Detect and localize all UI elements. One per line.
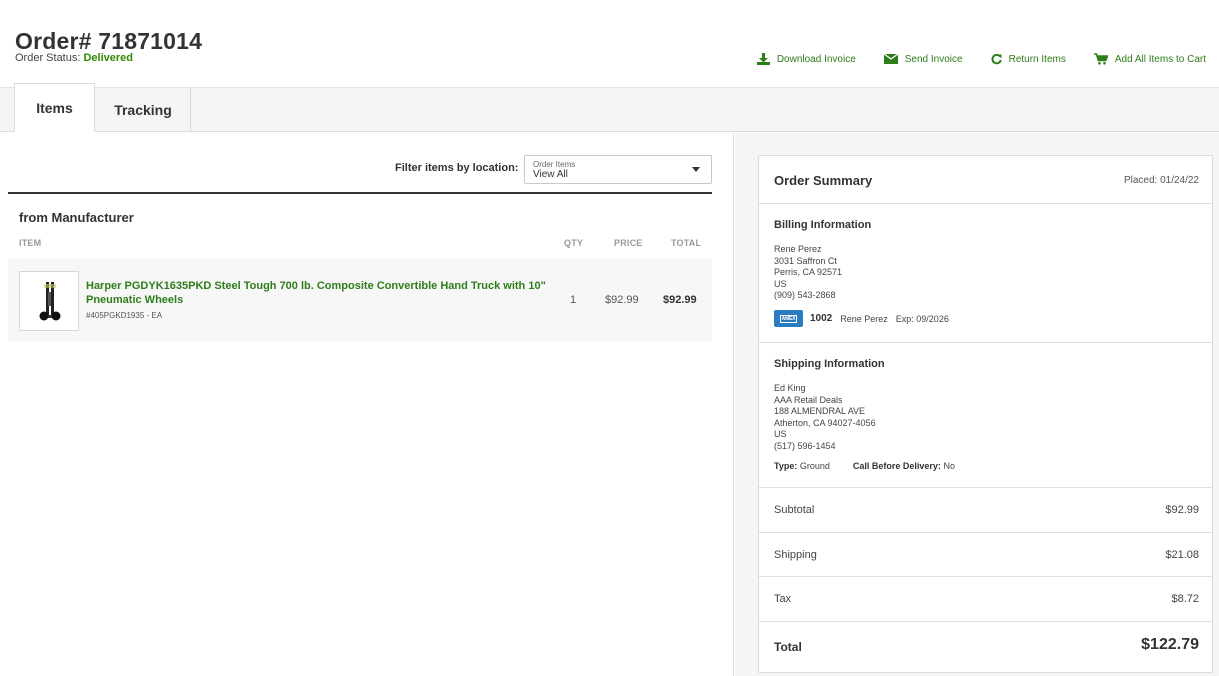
tax-row: Tax $8.72 <box>759 577 1212 622</box>
card-last4: 1002 <box>810 313 833 324</box>
billing-line: US <box>774 278 787 289</box>
grand-total-label: Total <box>774 640 802 654</box>
order-status-value: Delivered <box>83 52 134 64</box>
tab-items[interactable]: Items <box>14 83 95 132</box>
payment-card: AMEX 1002 Rene Perez Exp: 09/2026 <box>774 310 949 327</box>
chevron-down-icon <box>692 167 700 172</box>
column-header-total: TOTAL <box>671 238 702 248</box>
column-header-price: PRICE <box>614 238 643 248</box>
grand-total-value: $122.79 <box>1141 636 1199 653</box>
add-all-to-cart-label: Add All Items to Cart <box>1114 53 1206 65</box>
subtotal-label: Subtotal <box>774 504 815 516</box>
subtotal-row: Subtotal $92.99 <box>759 488 1212 533</box>
send-invoice-button[interactable]: Send Invoice <box>883 53 963 65</box>
subtotal-value: $92.99 <box>1165 504 1199 516</box>
tab-tracking-label: Tracking <box>114 101 172 118</box>
tax-value: $8.72 <box>1171 593 1199 605</box>
billing-line: Perris, CA 92571 <box>774 267 843 278</box>
filter-value: View All <box>533 169 568 180</box>
shipping-line: (517) 596-1454 <box>774 440 836 451</box>
summary-header: Order Summary Placed: 01/24/22 <box>759 156 1212 204</box>
placed-date: Placed: 01/24/22 <box>1123 175 1199 186</box>
group-title: from Manufacturer <box>19 210 134 225</box>
product-image[interactable] <box>19 271 79 331</box>
shipping-line: Ed King <box>774 383 806 393</box>
send-invoice-label: Send Invoice <box>904 53 963 65</box>
refresh-icon <box>991 53 1002 64</box>
product-sku: #405PGKD1935 - EA <box>86 311 163 320</box>
call-before-delivery-label: Call Before Delivery: <box>852 461 941 471</box>
envelope-icon <box>883 54 898 64</box>
order-title: Order# 71871014 <box>15 28 203 54</box>
billing-line: 3031 Saffron Ct <box>774 255 837 266</box>
return-items-label: Return Items <box>1008 53 1066 65</box>
items-panel: Filter items by location: Order Items Vi… <box>0 133 734 676</box>
header-actions: Download Invoice Send Invoice Return Ite… <box>729 53 1206 65</box>
hand-truck-image <box>39 282 61 321</box>
grand-total-row: Total $122.79 <box>759 622 1212 672</box>
billing-line: Rene Perez <box>774 244 822 254</box>
shipping-cost-label: Shipping <box>774 549 817 561</box>
download-invoice-label: Download Invoice <box>776 53 856 65</box>
order-status-label: Order Status: <box>15 52 81 64</box>
card-brand: AMEX <box>779 314 798 323</box>
column-header-item: ITEM <box>19 238 42 248</box>
tax-label: Tax <box>774 593 792 605</box>
column-header-qty: QTY <box>564 238 584 248</box>
summary-panel: Order Summary Placed: 01/24/22 Billing I… <box>735 133 1219 676</box>
shipping-line: US <box>774 429 787 440</box>
shipping-line: 188 ALMENDRAL AVE <box>774 406 866 417</box>
add-all-to-cart-button[interactable]: Add All Items to Cart <box>1093 53 1206 65</box>
shipping-line: AAA Retail Deals <box>774 394 843 405</box>
amex-card-icon: AMEX <box>774 310 803 327</box>
shipping-section: Shipping Information Ed King AAA Retail … <box>759 343 1212 488</box>
table-row: Harper PGDYK1635PKD Steel Tough 700 lb. … <box>8 259 712 342</box>
filter-caption: Order Items <box>533 160 576 169</box>
item-total: $92.99 <box>663 294 697 306</box>
shipping-address: Ed King AAA Retail Deals 188 ALMENDRAL A… <box>774 383 876 453</box>
summary-title: Order Summary <box>774 173 873 188</box>
item-qty: 1 <box>570 294 577 306</box>
tab-tracking[interactable]: Tracking <box>96 88 191 131</box>
product-name-link[interactable]: Harper PGDYK1635PKD Steel Tough 700 lb. … <box>86 279 546 307</box>
return-items-button[interactable]: Return Items <box>991 53 1066 65</box>
order-status: Order Status: Delivered <box>15 52 133 64</box>
tab-bar: Items Tracking <box>0 83 1219 132</box>
location-filter-select[interactable]: Order Items View All <box>524 155 712 184</box>
shipping-cost-row: Shipping $21.08 <box>759 533 1212 577</box>
download-invoice-button[interactable]: Download Invoice <box>756 53 856 65</box>
download-icon <box>756 53 770 65</box>
item-price: $92.99 <box>605 294 639 306</box>
order-summary-card: Order Summary Placed: 01/24/22 Billing I… <box>758 155 1213 673</box>
card-exp: Exp: 09/2026 <box>895 313 949 324</box>
shipping-line: Atherton, CA 94027-4056 <box>774 417 876 428</box>
cart-icon <box>1093 53 1108 65</box>
billing-title: Billing Information <box>774 219 872 231</box>
shipping-type-label: Type: <box>774 461 798 471</box>
billing-line: (909) 543-2868 <box>774 290 836 301</box>
call-before-delivery-value: No <box>943 461 955 471</box>
order-header: Order# 71871014 Order Status: Delivered … <box>0 0 1219 88</box>
billing-address: Rene Perez 3031 Saffron Ct Perris, CA 92… <box>774 244 842 302</box>
filter-label: Filter items by location: <box>395 162 519 174</box>
billing-section: Billing Information Rene Perez 3031 Saff… <box>759 204 1212 343</box>
divider <box>8 192 712 194</box>
shipping-type-value: Ground <box>799 461 830 471</box>
card-holder: Rene Perez <box>840 313 888 324</box>
shipping-meta: Type: Ground Call Before Delivery: No <box>774 461 955 471</box>
shipping-cost-value: $21.08 <box>1165 549 1199 561</box>
shipping-title: Shipping Information <box>774 358 885 370</box>
